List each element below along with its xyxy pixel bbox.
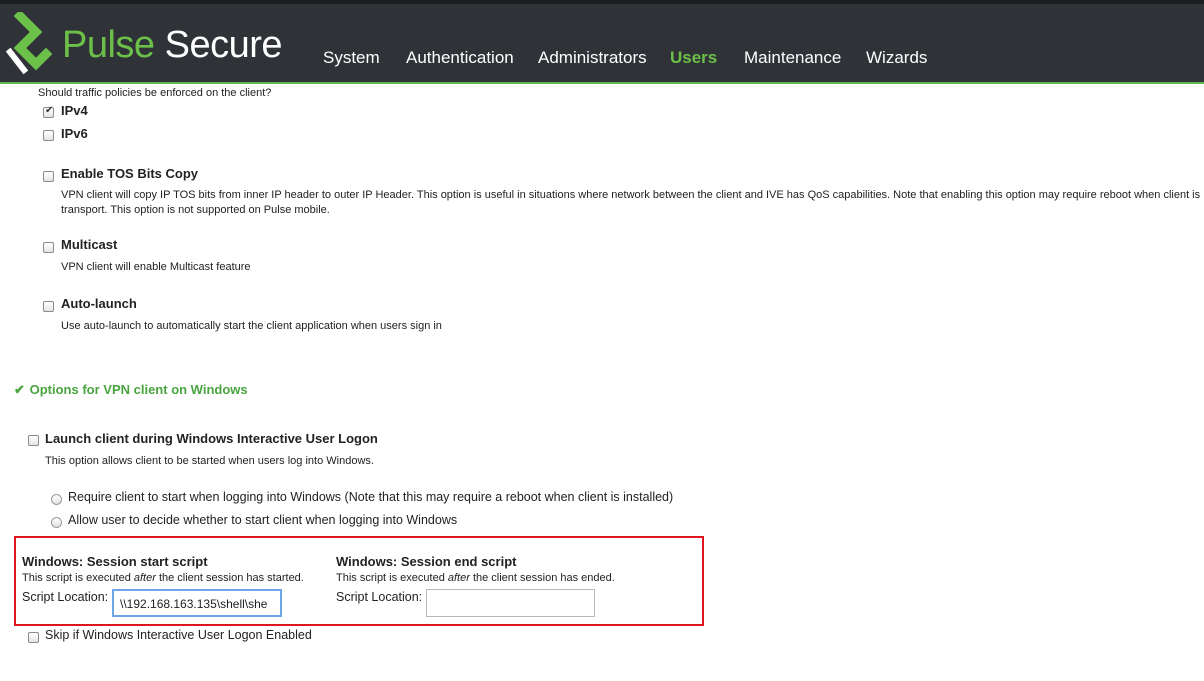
- autolaunch-label: Auto-launch: [61, 296, 137, 311]
- traffic-policy-question: Should traffic policies be enforced on t…: [38, 87, 272, 99]
- brand-name: Pulse Secure: [62, 24, 283, 67]
- start-script-title: Windows: Session start script: [22, 554, 208, 569]
- ipv4-checkbox[interactable]: [43, 105, 54, 118]
- top-nav-bar: Pulse Secure System Authentication Admin…: [0, 0, 1204, 84]
- end-script-title: Windows: Session end script: [336, 554, 517, 569]
- brand-secure-text: Secure: [164, 24, 283, 66]
- nav-users[interactable]: Users: [670, 48, 717, 68]
- tos-checkbox[interactable]: [43, 171, 54, 182]
- windows-options-title: Options for VPN client on Windows: [29, 382, 248, 397]
- autolaunch-checkbox[interactable]: [43, 301, 54, 312]
- multicast-description: VPN client will enable Multicast feature: [61, 261, 251, 273]
- multicast-checkbox[interactable]: [43, 242, 54, 253]
- nav-administrators[interactable]: Administrators: [538, 48, 647, 68]
- radio-require-start[interactable]: [51, 494, 62, 505]
- start-desc-pre: This script is executed: [22, 572, 134, 584]
- launch-logon-label: Launch client during Windows Interactive…: [45, 431, 378, 446]
- start-script-description: This script is executed after the client…: [22, 572, 304, 584]
- end-script-description: This script is executed after the client…: [336, 572, 615, 584]
- radio-user-decide-label: Allow user to decide whether to start cl…: [68, 513, 458, 527]
- ipv6-label: IPv6: [61, 126, 88, 141]
- chevron-down-icon: ✔: [14, 382, 25, 397]
- ipv6-checkbox[interactable]: [43, 130, 54, 141]
- nav-system[interactable]: System: [323, 48, 380, 68]
- end-desc-em: after: [447, 572, 470, 584]
- end-script-location-input[interactable]: [426, 589, 595, 617]
- brand-pulse-text: Pulse: [62, 24, 155, 66]
- start-desc-em: after: [133, 572, 156, 584]
- tos-description-line2: transport. This option is not supported …: [61, 204, 330, 216]
- ipv4-label: IPv4: [61, 103, 88, 118]
- radio-require-start-label: Require client to start when logging int…: [68, 490, 674, 504]
- autolaunch-description: Use auto-launch to automatically start t…: [61, 320, 442, 332]
- pulse-secure-logo-icon: [6, 12, 52, 75]
- nav-authentication[interactable]: Authentication: [406, 48, 514, 68]
- multicast-label: Multicast: [61, 237, 118, 252]
- radio-user-decide[interactable]: [51, 517, 62, 528]
- tos-label: Enable TOS Bits Copy: [61, 166, 199, 181]
- start-script-location-input[interactable]: \\192.168.163.135\shell\she: [112, 589, 282, 617]
- nav-maintenance[interactable]: Maintenance: [744, 48, 841, 68]
- launch-logon-checkbox[interactable]: [28, 435, 39, 446]
- end-desc-pre: This script is executed: [336, 572, 448, 584]
- end-desc-post: the client session has ended.: [469, 572, 615, 584]
- end-script-location-label: Script Location:: [336, 590, 423, 604]
- skip-logon-checkbox[interactable]: [28, 632, 39, 643]
- launch-logon-description: This option allows client to be started …: [45, 455, 374, 467]
- nav-wizards[interactable]: Wizards: [866, 48, 927, 68]
- start-script-location-label: Script Location:: [22, 590, 109, 604]
- tos-description-line1: VPN client will copy IP TOS bits from in…: [61, 189, 1201, 201]
- windows-options-toggle[interactable]: ✔ Options for VPN client on Windows: [14, 382, 248, 398]
- start-desc-post: the client session has started.: [155, 572, 304, 584]
- skip-logon-label: Skip if Windows Interactive User Logon E…: [45, 628, 312, 642]
